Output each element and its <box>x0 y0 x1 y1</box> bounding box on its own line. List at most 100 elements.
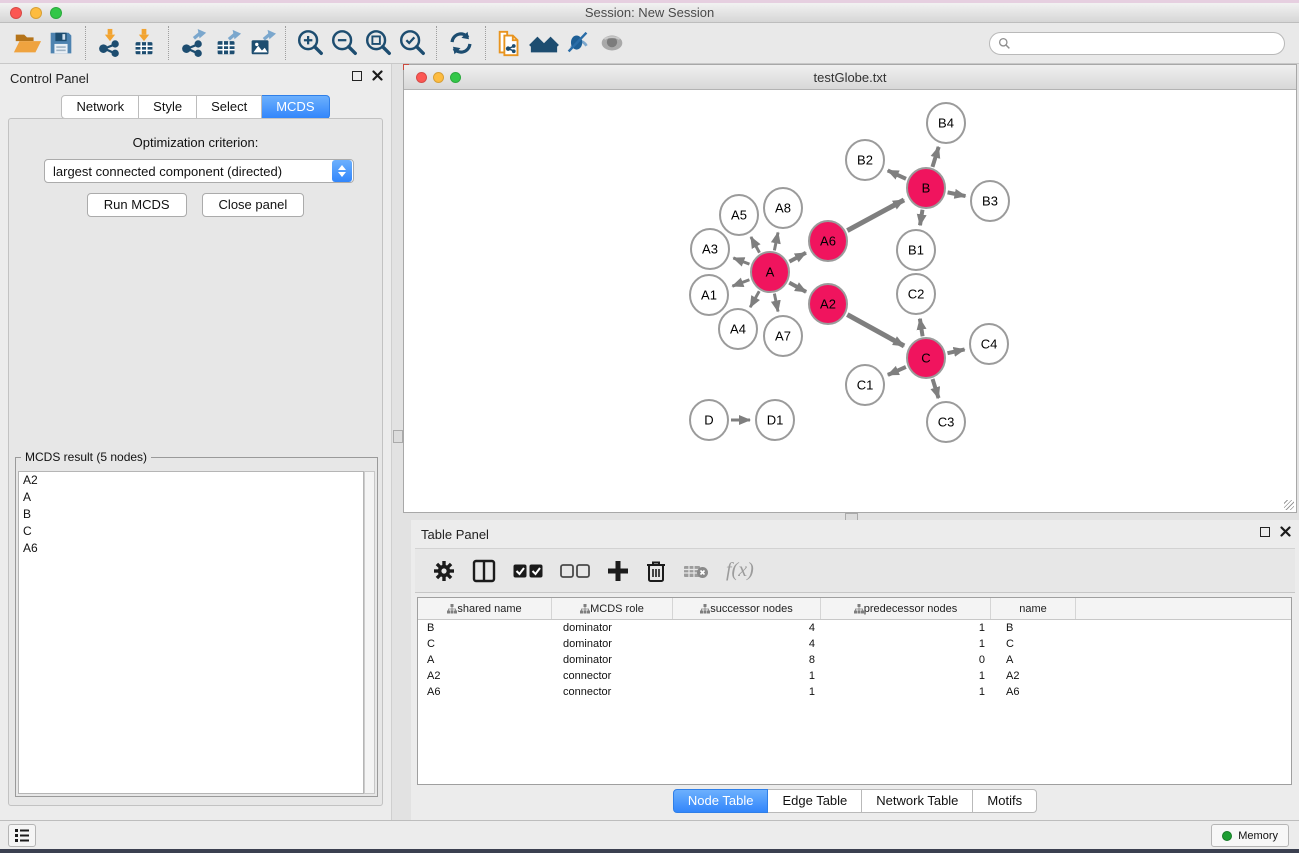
hide-selected-button[interactable] <box>561 26 595 60</box>
graph-edge-C-C3[interactable] <box>933 379 939 398</box>
select-all-button[interactable] <box>513 564 543 578</box>
graph-edge-A-A2[interactable] <box>789 283 806 292</box>
float-panel-icon[interactable] <box>352 71 362 81</box>
graph-edge-A2-C[interactable] <box>847 315 904 346</box>
column-header-successor-nodes[interactable]: successor nodes <box>673 598 821 619</box>
tab-motifs[interactable]: Motifs <box>973 789 1037 813</box>
graph-node-C[interactable]: C <box>907 338 945 378</box>
graph-node-C2[interactable]: C2 <box>897 274 935 314</box>
graph-node-D[interactable]: D <box>690 400 728 440</box>
network-canvas[interactable]: AA1A2A3A4A5A6A7A8BB1B2B3B4CC1C2C3C4DD1 <box>404 91 1296 512</box>
deselect-all-button[interactable] <box>560 564 590 578</box>
graph-node-C4[interactable]: C4 <box>970 324 1008 364</box>
tab-mcds[interactable]: MCDS <box>262 95 329 119</box>
refresh-view-button[interactable] <box>444 26 478 60</box>
close-panel-icon[interactable] <box>372 70 383 81</box>
column-header-MCDS-role[interactable]: MCDS role <box>552 598 673 619</box>
tab-node-table[interactable]: Node Table <box>673 789 769 813</box>
column-header-shared-name[interactable]: shared name <box>418 598 552 619</box>
graph-edge-A-A6[interactable] <box>789 253 806 262</box>
select-stepper[interactable] <box>332 160 352 182</box>
import-network-button[interactable] <box>93 26 127 60</box>
search-input[interactable] <box>1016 35 1276 51</box>
export-network-button[interactable] <box>176 26 210 60</box>
tab-edge-table[interactable]: Edge Table <box>768 789 862 813</box>
graph-edge-B-B3[interactable] <box>948 192 966 196</box>
table-options-button[interactable] <box>433 560 455 582</box>
column-panel-button[interactable] <box>472 559 496 583</box>
graph-edge-A6-B[interactable] <box>847 200 904 231</box>
vertical-splitter-handle[interactable] <box>393 430 403 443</box>
graph-edge-A-A5[interactable] <box>751 237 760 253</box>
graph-edge-A-A1[interactable] <box>732 280 749 286</box>
table-row[interactable]: A2connector11A2 <box>418 668 1291 684</box>
graph-edge-B-B4[interactable] <box>932 147 938 167</box>
close-panel-button[interactable]: Close panel <box>202 193 305 217</box>
optimization-criterion-select[interactable]: largest connected component (directed) <box>44 159 354 183</box>
graph-edge-B-B1[interactable] <box>920 210 923 226</box>
tab-style[interactable]: Style <box>139 95 197 119</box>
mcds-result-item[interactable]: A6 <box>19 540 363 557</box>
close-panel-icon[interactable] <box>1280 526 1291 537</box>
add-column-button[interactable] <box>607 560 629 582</box>
graph-edge-C-C1[interactable] <box>888 367 906 375</box>
graph-node-B2[interactable]: B2 <box>846 140 884 180</box>
graph-node-C3[interactable]: C3 <box>927 402 965 442</box>
tab-select[interactable]: Select <box>197 95 262 119</box>
export-table-button[interactable] <box>210 26 244 60</box>
column-header-name[interactable]: name <box>991 598 1076 619</box>
graph-edge-A-A4[interactable] <box>750 291 759 307</box>
graph-edge-A-A7[interactable] <box>774 294 778 312</box>
mcds-result-item[interactable]: A2 <box>19 472 363 489</box>
graph-node-B3[interactable]: B3 <box>971 181 1009 221</box>
import-table-button[interactable] <box>127 26 161 60</box>
table-row[interactable]: A6connector11A6 <box>418 684 1291 700</box>
delete-columns-button[interactable] <box>646 560 666 582</box>
mcds-result-item[interactable]: A <box>19 489 363 506</box>
run-mcds-button[interactable]: Run MCDS <box>87 193 187 217</box>
graph-edge-B-B2[interactable] <box>888 170 906 178</box>
graph-edge-A-A3[interactable] <box>733 258 749 264</box>
table-row[interactable]: Adominator80A <box>418 652 1291 668</box>
search-field[interactable] <box>989 32 1285 55</box>
graph-node-A[interactable]: A <box>751 252 789 292</box>
column-header-predecessor-nodes[interactable]: predecessor nodes <box>821 598 991 619</box>
show-graphics-details-button[interactable] <box>595 26 629 60</box>
graph-node-B1[interactable]: B1 <box>897 230 935 270</box>
table-row[interactable]: Cdominator41C <box>418 636 1291 652</box>
window-resize-grip[interactable] <box>1284 500 1294 510</box>
graph-node-B4[interactable]: B4 <box>927 103 965 143</box>
zoom-selected-button[interactable] <box>395 26 429 60</box>
graph-node-A3[interactable]: A3 <box>691 229 729 269</box>
tab-network[interactable]: Network <box>61 95 139 119</box>
result-list-scrollbar[interactable] <box>364 471 375 794</box>
table-row[interactable]: Bdominator41B <box>418 620 1291 636</box>
graph-node-A8[interactable]: A8 <box>764 188 802 228</box>
float-panel-icon[interactable] <box>1260 527 1270 537</box>
save-session-button[interactable] <box>44 26 78 60</box>
graph-edge-C-C4[interactable] <box>947 349 964 353</box>
new-network-from-selection-button[interactable] <box>493 26 527 60</box>
graph-node-A6[interactable]: A6 <box>809 221 847 261</box>
first-neighbors-button[interactable] <box>527 26 561 60</box>
memory-button[interactable]: Memory <box>1211 824 1289 847</box>
delete-table-button[interactable] <box>683 563 709 579</box>
graph-node-D1[interactable]: D1 <box>756 400 794 440</box>
graph-edge-A-A8[interactable] <box>774 232 778 250</box>
zoom-in-button[interactable] <box>293 26 327 60</box>
graph-node-A2[interactable]: A2 <box>809 284 847 324</box>
tab-network-table[interactable]: Network Table <box>862 789 973 813</box>
graph-edge-C-C2[interactable] <box>920 319 923 337</box>
mcds-result-item[interactable]: B <box>19 506 363 523</box>
function-builder-button[interactable]: f(x) <box>726 559 754 582</box>
export-image-button[interactable] <box>244 26 278 60</box>
zoom-fit-button[interactable] <box>361 26 395 60</box>
graph-node-A7[interactable]: A7 <box>764 316 802 356</box>
mcds-result-item[interactable]: C <box>19 523 363 540</box>
zoom-out-button[interactable] <box>327 26 361 60</box>
open-file-button[interactable] <box>10 26 44 60</box>
graph-node-A4[interactable]: A4 <box>719 309 757 349</box>
graph-node-A1[interactable]: A1 <box>690 275 728 315</box>
graph-node-C1[interactable]: C1 <box>846 365 884 405</box>
graph-node-B[interactable]: B <box>907 168 945 208</box>
